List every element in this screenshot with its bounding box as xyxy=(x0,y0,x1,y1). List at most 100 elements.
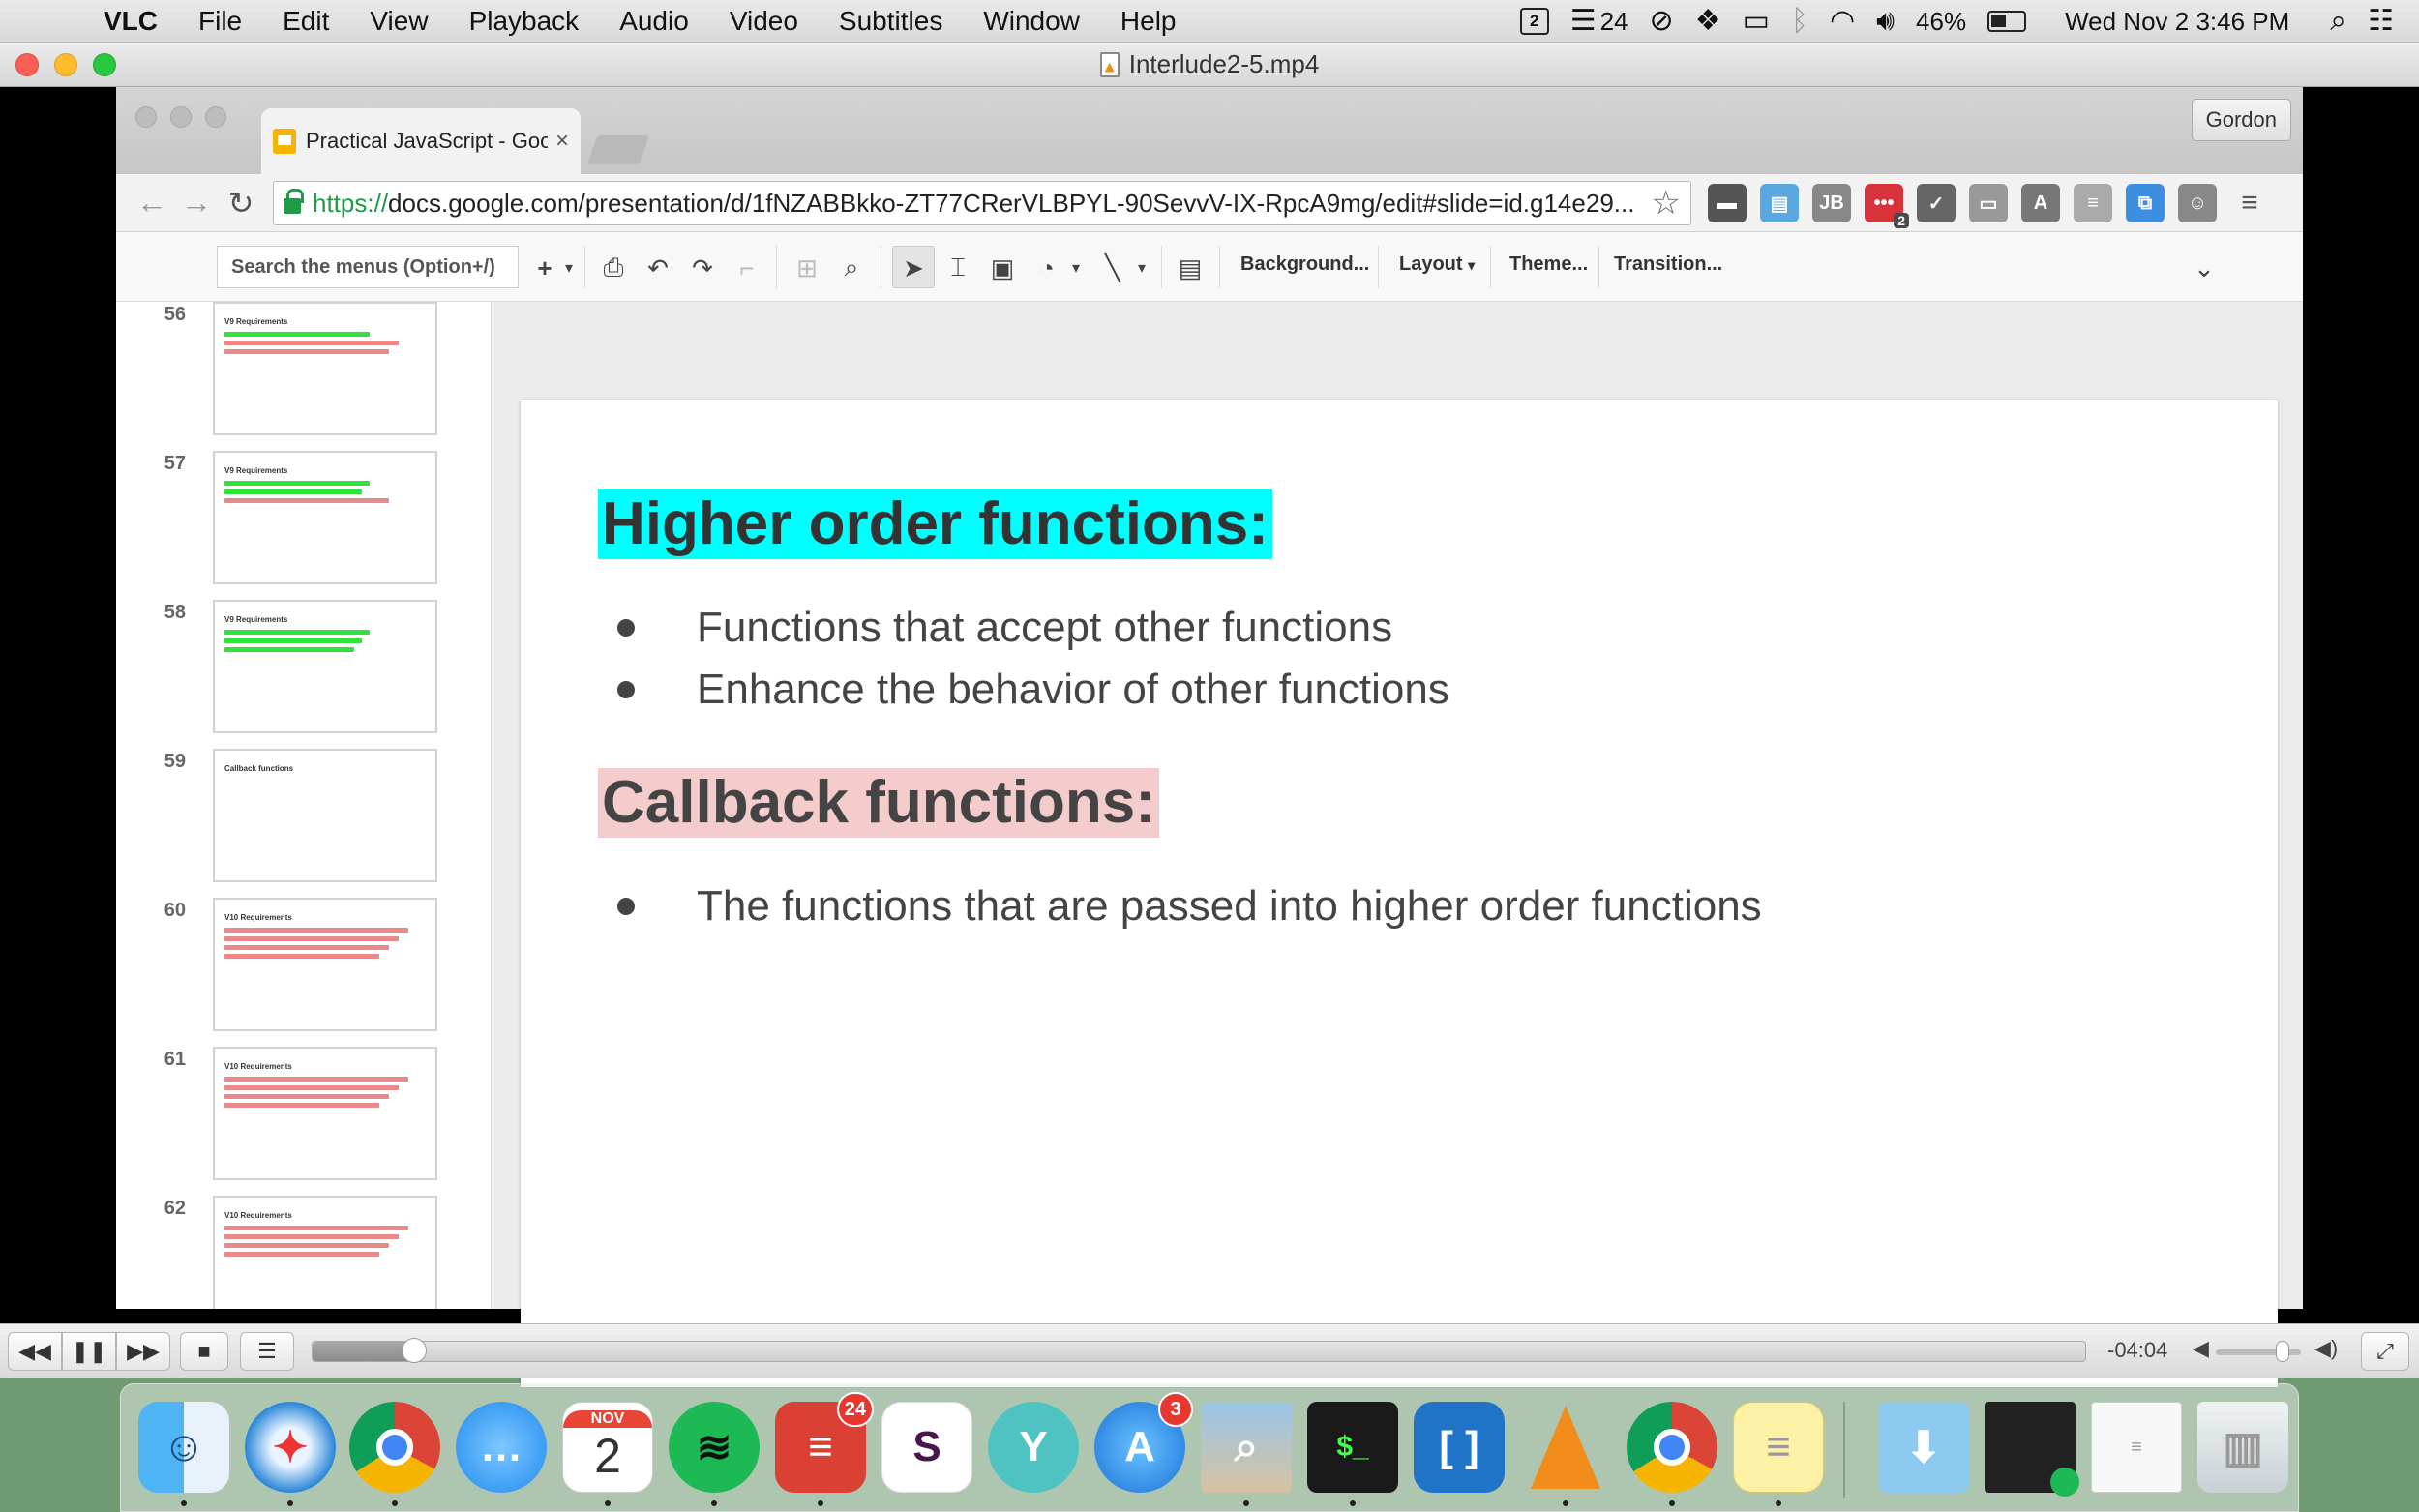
zoom-window-button[interactable] xyxy=(93,53,116,76)
pocket-save-icon[interactable]: ▬ xyxy=(1708,184,1747,222)
messages-icon[interactable]: … xyxy=(456,1402,547,1493)
slide-thumbnail[interactable]: Callback functions xyxy=(213,749,437,882)
minimized-window-icon[interactable] xyxy=(1985,1402,2079,1497)
filmstrip-slide-62[interactable]: 62 V10 Requirements xyxy=(116,1196,491,1309)
filmstrip-slide-61[interactable]: 61 V10 Requirements xyxy=(116,1047,491,1196)
notes-icon[interactable]: ≡ xyxy=(1733,1402,1824,1493)
chrome-tab-active[interactable]: Practical JavaScript - Goo × xyxy=(261,108,581,174)
filmstrip-slide-58[interactable]: 58 V9 Requirements xyxy=(116,600,491,749)
slack-icon[interactable]: S xyxy=(881,1402,972,1493)
todo-status[interactable]: ☰ 24 xyxy=(1570,7,1628,37)
theme-button[interactable]: Theme... xyxy=(1509,253,1588,276)
new-slide-dropdown-icon[interactable]: ▾ xyxy=(559,250,579,286)
downloads-folder-icon[interactable]: ⬇ xyxy=(1878,1402,1969,1493)
address-bar[interactable]: https://docs.google.com/presentation/d/1… xyxy=(273,181,1691,225)
chrome-menu-icon[interactable]: ≡ xyxy=(2230,184,2269,222)
transition-button[interactable]: Transition... xyxy=(1614,253,1722,276)
menu-file[interactable]: File xyxy=(178,6,262,37)
slide-thumbnail[interactable]: V9 Requirements xyxy=(213,302,437,435)
emoji-extension-icon[interactable]: ☺ xyxy=(2178,184,2217,222)
volume-high-icon[interactable]: ◀) xyxy=(2314,1336,2338,1361)
slide-thumbnail[interactable]: V10 Requirements xyxy=(213,1196,437,1309)
shape-icon[interactable]: ◔ xyxy=(1028,250,1066,286)
menu-app-name[interactable]: VLC xyxy=(83,6,178,37)
slide-canvas[interactable]: Higher order functions: Functions that a… xyxy=(521,400,2278,1387)
volume-knob[interactable] xyxy=(2275,1341,2289,1362)
background-button[interactable]: Background... xyxy=(1240,253,1369,276)
comment-icon[interactable]: ▤ xyxy=(1171,250,1210,286)
redo-icon[interactable]: ↷ xyxy=(683,250,722,286)
chrome-zoom-dot[interactable] xyxy=(205,106,226,128)
airplay-icon[interactable]: ▭ xyxy=(1743,7,1770,36)
preview-icon[interactable]: ⌕ xyxy=(1201,1402,1292,1493)
bookmark-star-icon[interactable]: ☆ xyxy=(1652,184,1681,222)
volume-status-icon[interactable]: 🔊︎ xyxy=(1876,7,1895,36)
spotlight-search-icon[interactable]: ⌕ xyxy=(2330,7,2346,36)
app-store-icon[interactable]: A3 xyxy=(1094,1392,1193,1493)
shape-dropdown-icon[interactable]: ▾ xyxy=(1066,250,1086,286)
yummy-ftp-icon[interactable]: Y xyxy=(988,1402,1079,1493)
new-tab-button[interactable] xyxy=(586,135,650,164)
collapse-toolbar-icon[interactable]: ⌄ xyxy=(2185,250,2224,286)
pocket-icon[interactable]: ✓ xyxy=(1917,184,1956,222)
new-slide-icon[interactable]: + xyxy=(530,250,559,286)
menu-search-input[interactable]: Search the menus (Option+/) xyxy=(217,246,519,288)
time-remaining[interactable]: -04:04 xyxy=(2107,1338,2167,1363)
slide-thumbnail[interactable]: V10 Requirements xyxy=(213,898,437,1031)
calendar-icon[interactable]: NOV 2 xyxy=(562,1402,653,1493)
slide-thumbnail[interactable]: V10 Requirements xyxy=(213,1047,437,1180)
pause-icon[interactable]: ❚❚ xyxy=(62,1332,116,1371)
filmstrip-slide-56[interactable]: 56 V9 Requirements xyxy=(116,302,491,451)
back-icon[interactable]: ← xyxy=(130,185,174,221)
stop-icon[interactable]: ■ xyxy=(180,1332,228,1371)
vlc-dock-icon[interactable] xyxy=(1520,1402,1611,1493)
filmstrip-slide-59[interactable]: 59 Callback functions xyxy=(116,749,491,898)
tab-close-icon[interactable]: × xyxy=(555,128,569,155)
line-icon[interactable]: ╲ xyxy=(1093,250,1132,286)
filmstrip-slide-60[interactable]: 60 V10 Requirements xyxy=(116,898,491,1047)
todoist-extension-icon[interactable]: ••• 2 xyxy=(1865,184,1909,228)
menu-video[interactable]: Video xyxy=(709,6,819,37)
do-not-disturb-icon[interactable]: ⊘ xyxy=(1650,7,1674,36)
reload-icon[interactable]: ↻ xyxy=(219,185,263,222)
playlist-icon[interactable]: ☰ xyxy=(240,1332,294,1371)
copy-extension-icon[interactable]: ⧉ xyxy=(2126,184,2165,222)
menu-edit[interactable]: Edit xyxy=(262,6,349,37)
undo-icon[interactable]: ↶ xyxy=(639,250,677,286)
select-layout-icon[interactable]: ⊞ xyxy=(788,250,826,286)
battery-icon[interactable] xyxy=(1987,11,2027,32)
notification-center-icon[interactable]: ☷ xyxy=(2368,7,2394,36)
jb-extension-icon[interactable]: JB xyxy=(1812,184,1851,222)
text-box-icon[interactable]: ⌶ xyxy=(939,250,977,286)
image-icon[interactable]: ▣ xyxy=(983,250,1022,286)
database-icon[interactable]: ≡ xyxy=(2074,184,2112,222)
chrome-canary-icon[interactable] xyxy=(1627,1402,1717,1493)
paint-format-icon[interactable]: ⌐ xyxy=(728,250,766,286)
bluetooth-icon[interactable]: ᛒ xyxy=(1791,7,1808,36)
angular-icon[interactable]: A xyxy=(2021,184,2060,222)
layout-button[interactable]: Layout ▾ xyxy=(1399,253,1475,276)
chrome-icon[interactable] xyxy=(349,1402,440,1493)
menu-window[interactable]: Window xyxy=(963,6,1100,37)
document-stack-icon[interactable]: ≡ xyxy=(2091,1402,2182,1493)
print-icon[interactable]: ⎙ xyxy=(594,250,633,286)
menu-help[interactable]: Help xyxy=(1100,6,1197,37)
volume-low-icon[interactable]: ◀ xyxy=(2193,1336,2209,1361)
rewind-icon[interactable]: ◀◀ xyxy=(8,1332,62,1371)
close-window-button[interactable] xyxy=(15,53,39,76)
forward-icon[interactable]: → xyxy=(174,185,219,221)
select-cursor-icon[interactable]: ➤ xyxy=(894,250,933,286)
cast-icon[interactable]: ▭ xyxy=(1969,184,2008,222)
calendar-status-icon[interactable]: 2 xyxy=(1519,8,1549,35)
chrome-minimize-dot[interactable] xyxy=(170,106,192,128)
line-dropdown-icon[interactable]: ▾ xyxy=(1132,250,1151,286)
drive-folder-icon[interactable]: ▤ xyxy=(1760,184,1799,222)
finder-icon[interactable]: ☺ xyxy=(138,1402,229,1493)
clock[interactable]: Wed Nov 2 3:46 PM xyxy=(2065,7,2289,37)
brackets-icon[interactable]: [ ] xyxy=(1414,1402,1505,1493)
wifi-icon[interactable]: ◠ xyxy=(1830,7,1855,36)
volume-slider[interactable] xyxy=(2216,1341,2301,1362)
fast-forward-icon[interactable]: ▶▶ xyxy=(116,1332,170,1371)
timeline-slider[interactable] xyxy=(312,1338,2086,1363)
timeline-knob[interactable] xyxy=(401,1338,427,1363)
